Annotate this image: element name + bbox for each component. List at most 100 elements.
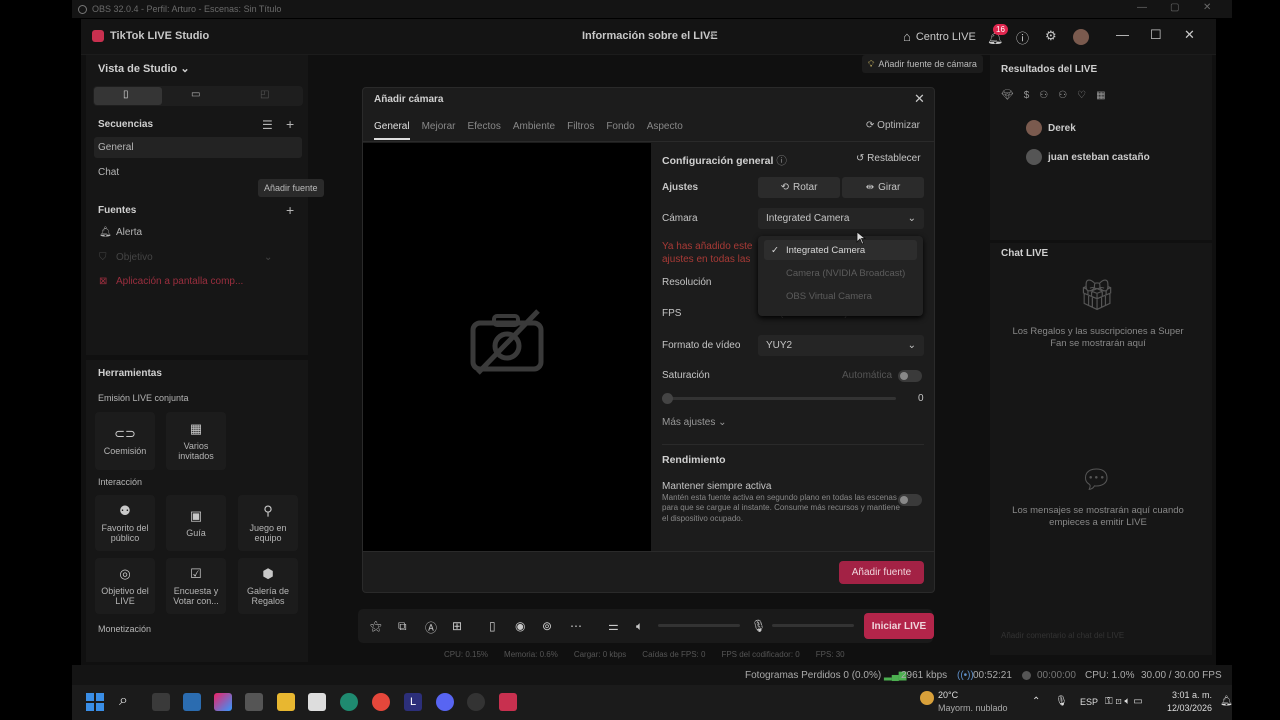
obs-icon[interactable] <box>467 693 485 711</box>
rotate-button[interactable]: ⟲ Rotar <box>758 177 840 198</box>
add-sequence-button[interactable]: + <box>286 116 294 132</box>
store-icon[interactable] <box>183 693 201 711</box>
copilot-icon[interactable] <box>214 693 232 711</box>
calculator-icon[interactable] <box>245 693 263 711</box>
notification-badge: 16 <box>993 24 1008 35</box>
tab-appearance[interactable]: Aspecto <box>647 121 683 140</box>
chrome-icon[interactable] <box>372 693 390 711</box>
live-info-title[interactable]: Información sobre el LIVE <box>582 30 718 42</box>
ai-icon[interactable]: Ⓐ <box>425 619 437 636</box>
app-l-icon[interactable]: L <box>404 693 422 711</box>
go-live-button[interactable]: Iniciar LIVE <box>864 613 934 639</box>
tray-icons[interactable]: ⚿ ⊡ 🔈︎ ▭ <box>1105 696 1143 707</box>
notepad-icon[interactable] <box>308 693 326 711</box>
share-icon[interactable]: ⇗ <box>707 29 716 42</box>
add-source-confirm-button[interactable]: Añadir fuente <box>839 561 924 584</box>
video-format-select[interactable]: YUY2 ⌄ <box>758 335 924 356</box>
optimize-button[interactable]: ⟳ Optimizar <box>866 120 920 131</box>
obs-maximize-button[interactable]: ▢ <box>1170 2 1179 13</box>
folder-icon[interactable] <box>277 693 295 711</box>
mouse-cursor-icon <box>856 231 866 245</box>
chevron-up-icon[interactable]: ⌃ <box>1032 696 1040 707</box>
reset-button[interactable]: ↺ Restablecer <box>856 153 921 164</box>
tab-effects[interactable]: Efectos <box>467 121 500 140</box>
mic-volume-slider[interactable] <box>772 624 854 627</box>
windows-start-icon[interactable] <box>86 693 104 711</box>
phone-icon[interactable]: ▯ <box>489 619 496 633</box>
mic-tray-icon[interactable]: 🎙︎ <box>1055 696 1068 707</box>
minimize-button[interactable]: — <box>1116 27 1129 42</box>
automatic-toggle[interactable] <box>898 370 922 382</box>
sequence-item-chat[interactable]: Chat <box>98 167 119 178</box>
landscape-option[interactable]: ▭ <box>191 89 200 100</box>
add-camera-source-badge[interactable]: 💡︎ Añadir fuente de cámara <box>862 55 983 73</box>
viewer-name[interactable]: Derek <box>1048 123 1076 134</box>
studio-view-dropdown[interactable]: Vista de Studio ⌄ <box>98 62 190 75</box>
tool-team-game[interactable]: ⚲ Juego en equipo <box>238 495 298 551</box>
more-icon[interactable]: ⋯ <box>570 619 582 633</box>
language[interactable]: ESP <box>1080 697 1098 707</box>
results-filters[interactable]: 💎︎$⚇⚇♡▦ <box>1001 90 1116 101</box>
stat-encoder-fps: FPS del codificador: 0 <box>721 650 800 659</box>
viewer-name[interactable]: juan esteban castaño <box>1048 152 1150 163</box>
source-item-goal[interactable]: Objetivo <box>116 252 153 263</box>
tool-live-goal[interactable]: ◎ Objetivo del LIVE <box>95 558 155 614</box>
maximize-button[interactable]: ☐ <box>1150 27 1162 43</box>
edge-icon[interactable] <box>340 693 358 711</box>
tab-filters[interactable]: Filtros <box>567 121 594 140</box>
tool-cohost[interactable]: ⊂⊃ Coemisión <box>95 412 155 470</box>
camera-target-icon[interactable]: ⊚ <box>542 619 552 633</box>
tool-multi-guest[interactable]: ▦ Varios invitados <box>166 412 226 470</box>
camera-select[interactable]: Integrated Camera ⌄ <box>758 208 924 229</box>
task-view-icon[interactable] <box>152 693 170 711</box>
dual-option[interactable]: ◰ <box>260 89 269 100</box>
camera-option[interactable]: OBS Virtual Camera <box>764 286 917 306</box>
temperature: 20°C <box>938 690 959 700</box>
chevron-down-icon: ⌄ <box>907 340 916 351</box>
camera-option-label: OBS Virtual Camera <box>786 290 872 302</box>
camera-option[interactable]: ✓ Integrated Camera <box>764 240 917 260</box>
source-item-fullscreen-app[interactable]: Aplicación a pantalla comp... <box>116 276 243 287</box>
saturation-slider[interactable] <box>664 397 896 400</box>
chat-input[interactable]: Añadir comentario al chat del LIVE <box>1001 631 1124 640</box>
warning-line2: ajustes en todas las <box>662 254 751 265</box>
tab-enhance[interactable]: Mejorar <box>422 121 456 140</box>
messages-empty-message: Los mensajes se mostrarán aquí cuando em… <box>1012 505 1184 529</box>
tool-gift-gallery[interactable]: ⬢ Galería de Regalos <box>238 558 298 614</box>
add-source-button[interactable]: + <box>286 202 294 218</box>
list-icon[interactable]: ☰ <box>262 118 273 132</box>
saturation-slider-thumb[interactable] <box>662 393 673 404</box>
tiktok-icon[interactable] <box>499 693 517 711</box>
tab-ambience[interactable]: Ambiente <box>513 121 555 140</box>
speaker-icon[interactable]: 🔈︎ <box>636 619 643 634</box>
source-item-alert[interactable]: Alerta <box>116 227 142 238</box>
tool-poll[interactable]: ☑ Encuesta y Votar con... <box>166 558 226 614</box>
close-button[interactable]: ✕ <box>1184 27 1195 43</box>
help-icon[interactable]: ⓘ <box>1016 28 1029 47</box>
close-icon[interactable]: ✕ <box>914 91 925 107</box>
live-center-button[interactable]: ⌂ Centro LIVE <box>903 29 976 44</box>
magic-wand-icon[interactable]: ⚝ <box>370 619 382 634</box>
layers-icon[interactable]: ⧉ <box>398 619 407 634</box>
mixer-icon[interactable]: ⚌ <box>608 619 619 633</box>
microphone-icon[interactable]: 🎙︎ <box>751 619 766 633</box>
tool-favorite[interactable]: ⚉ Favorito del público <box>95 495 155 551</box>
bitrate: 2961 kbps <box>901 670 948 681</box>
discord-icon[interactable] <box>436 693 454 711</box>
notification-icon[interactable]: 🔔︎ <box>1220 696 1233 707</box>
more-settings-button[interactable]: Más ajustes ⌄ <box>662 417 727 428</box>
camera-option[interactable]: Camera (NVIDIA Broadcast) <box>764 263 917 283</box>
search-icon[interactable]: ⌕ <box>119 692 128 710</box>
tool-guide[interactable]: ▣ Guía <box>166 495 226 551</box>
tab-background[interactable]: Fondo <box>606 121 634 140</box>
frame-icon[interactable]: ⊞ <box>452 619 462 633</box>
tab-general[interactable]: General <box>374 121 410 140</box>
record-icon[interactable]: ◉ <box>515 619 525 633</box>
obs-minimize-button[interactable]: — <box>1137 2 1147 13</box>
obs-close-button[interactable]: ✕ <box>1203 2 1211 13</box>
flip-button[interactable]: ⇹ Girar <box>842 177 924 198</box>
speaker-volume-slider[interactable] <box>658 624 740 627</box>
settings-icon[interactable]: ⚙ <box>1045 28 1057 44</box>
tiktok-logo-icon <box>92 30 104 42</box>
avatar[interactable] <box>1073 29 1089 45</box>
